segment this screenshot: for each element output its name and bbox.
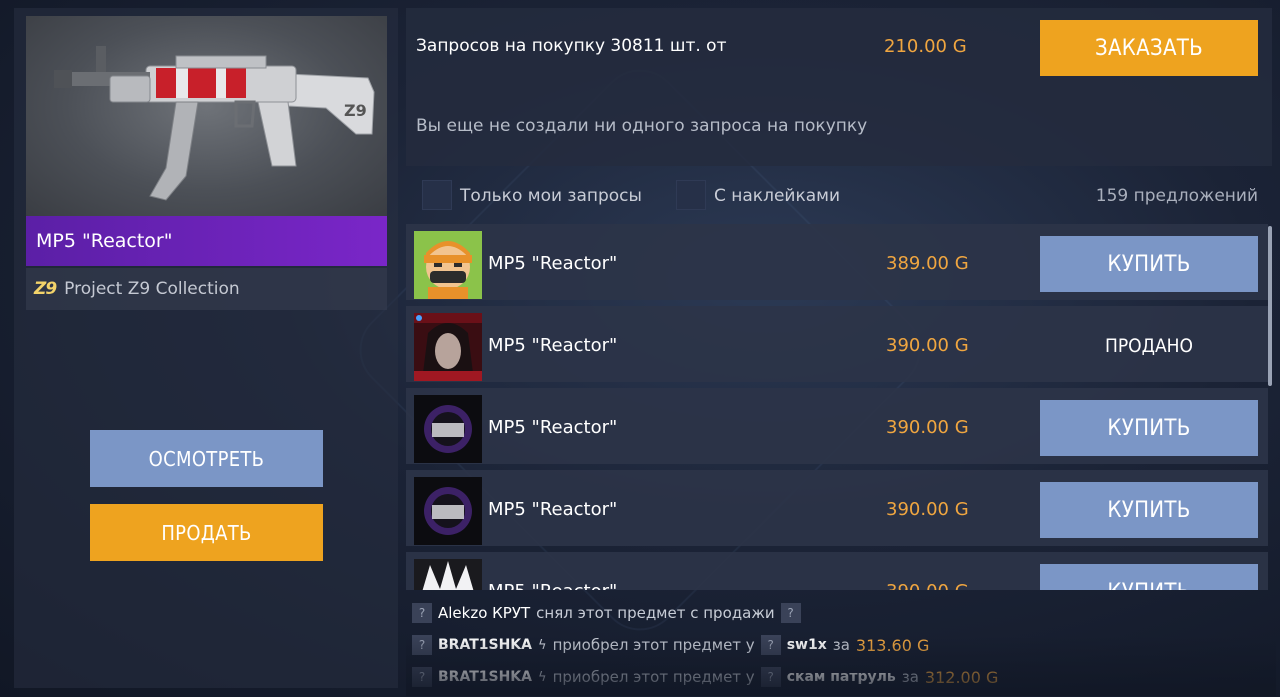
listing-item-name: MP5 "Reactor": [488, 581, 617, 590]
activity-user[interactable]: Alekzo КРУТ: [438, 604, 530, 622]
mb-logo-avatar-icon: [414, 477, 482, 545]
listing-price: 390.00 G: [886, 335, 969, 356]
only-my-requests-label: Только мои запросы: [460, 186, 642, 206]
listing-row: MP5 "Reactor" 390.00 G КУПИТЬ: [406, 552, 1268, 590]
lightning-icon: ϟ: [537, 637, 547, 653]
buy-button[interactable]: КУПИТЬ: [1040, 236, 1258, 292]
unknown-avatar-icon: ?: [412, 635, 432, 655]
activity-entry: ? BRAT1SHKA ϟ приобрел этот предмет у ? …: [412, 664, 998, 690]
unknown-avatar-icon: ?: [412, 603, 432, 623]
activity-user[interactable]: BRAT1SHKA: [438, 637, 532, 653]
unknown-avatar-icon: ?: [760, 667, 781, 687]
listing-item-name: MP5 "Reactor": [488, 335, 618, 356]
activity-entry: ? Alekzo КРУТ снял этот предмет с продаж…: [412, 600, 801, 626]
listings-list[interactable]: MP5 "Reactor" 389.00 G КУПИТЬ MP5 "React…: [406, 224, 1268, 590]
activity-seller[interactable]: sw1x: [787, 637, 827, 653]
listing-item-name: MP5 "Reactor": [488, 417, 618, 438]
unknown-avatar-icon: ?: [760, 635, 781, 655]
buy-button[interactable]: КУПИТЬ: [1040, 400, 1258, 456]
requests-summary: Запросов на покупку 30811 шт. от: [416, 36, 727, 56]
sell-button[interactable]: ПРОДАТЬ: [90, 504, 323, 561]
listing-price: 390.00 G: [886, 581, 969, 590]
activity-text: снял этот предмет с продажи: [536, 604, 775, 622]
activity-user[interactable]: BRAT1SHKA: [438, 669, 532, 685]
anime-avatar-icon: [414, 313, 482, 381]
unknown-avatar-icon: ?: [780, 603, 801, 623]
activity-for-text: за: [832, 636, 850, 654]
only-my-requests-checkbox[interactable]: [422, 180, 452, 210]
listing-row: MP5 "Reactor" 390.00 G КУПИТЬ: [406, 388, 1268, 464]
item-details-panel: Z9 MP5 "Reactor" Z9 Project Z9 Collectio…: [14, 8, 398, 688]
activity-feed: ? Alekzo КРУТ снял этот предмет с продаж…: [406, 596, 1276, 696]
sold-label: ПРОДАНО: [1105, 335, 1193, 357]
mp5-weapon-icon: Z9: [54, 46, 375, 201]
white-hair-avatar-icon: [414, 559, 482, 590]
offer-count: 159 предложений: [1095, 186, 1258, 206]
buy-button[interactable]: КУПИТЬ: [1040, 482, 1258, 538]
item-image: Z9: [26, 16, 387, 216]
listing-price: 389.00 G: [886, 253, 969, 274]
with-stickers-checkbox[interactable]: [676, 180, 706, 210]
order-button[interactable]: ЗАКАЗАТЬ: [1040, 20, 1258, 76]
z9-collection-icon: Z9: [34, 279, 57, 299]
item-name: MP5 "Reactor": [26, 216, 387, 266]
activity-price: 313.60 G: [855, 635, 930, 655]
listing-price: 390.00 G: [886, 499, 969, 520]
activity-price: 312.00 G: [924, 667, 999, 687]
filter-row: Только мои запросы С наклейками 159 пред…: [406, 176, 1272, 216]
activity-for-text: за: [901, 668, 919, 686]
mb-logo-avatar-icon: [414, 395, 482, 463]
svg-text:Z9: Z9: [344, 101, 367, 120]
listing-price: 390.00 G: [886, 417, 969, 438]
listing-row: MP5 "Reactor" 390.00 G КУПИТЬ: [406, 470, 1268, 546]
collection-row: Z9 Project Z9 Collection: [26, 268, 387, 310]
listing-row: MP5 "Reactor" 389.00 G КУПИТЬ: [406, 224, 1268, 300]
requests-min-price: 210.00 G: [884, 36, 967, 57]
lightning-icon: ϟ: [537, 669, 547, 685]
listings-scrollbar[interactable]: [1268, 226, 1272, 386]
listing-item-name: MP5 "Reactor": [488, 499, 618, 520]
activity-text: приобрел этот предмет у: [552, 668, 755, 686]
collection-name: Project Z9 Collection: [64, 279, 240, 299]
buy-requests-panel: Запросов на покупку 30811 шт. от 210.00 …: [406, 8, 1272, 166]
activity-text: приобрел этот предмет у: [552, 636, 755, 654]
requests-empty-message: Вы еще не создали ни одного запроса на п…: [416, 116, 868, 136]
with-stickers-label: С наклейками: [714, 186, 841, 206]
buy-button[interactable]: КУПИТЬ: [1040, 564, 1258, 590]
activity-entry: ? BRAT1SHKA ϟ приобрел этот предмет у ? …: [412, 632, 929, 658]
activity-seller[interactable]: скам патруль: [787, 669, 896, 685]
listing-row: MP5 "Reactor" 390.00 G ПРОДАНО: [406, 306, 1268, 382]
inspect-button[interactable]: ОСМОТРЕТЬ: [90, 430, 323, 487]
listing-item-name: MP5 "Reactor": [488, 253, 618, 274]
unknown-avatar-icon: ?: [412, 667, 432, 687]
cartoon-avatar-icon: [414, 231, 482, 299]
